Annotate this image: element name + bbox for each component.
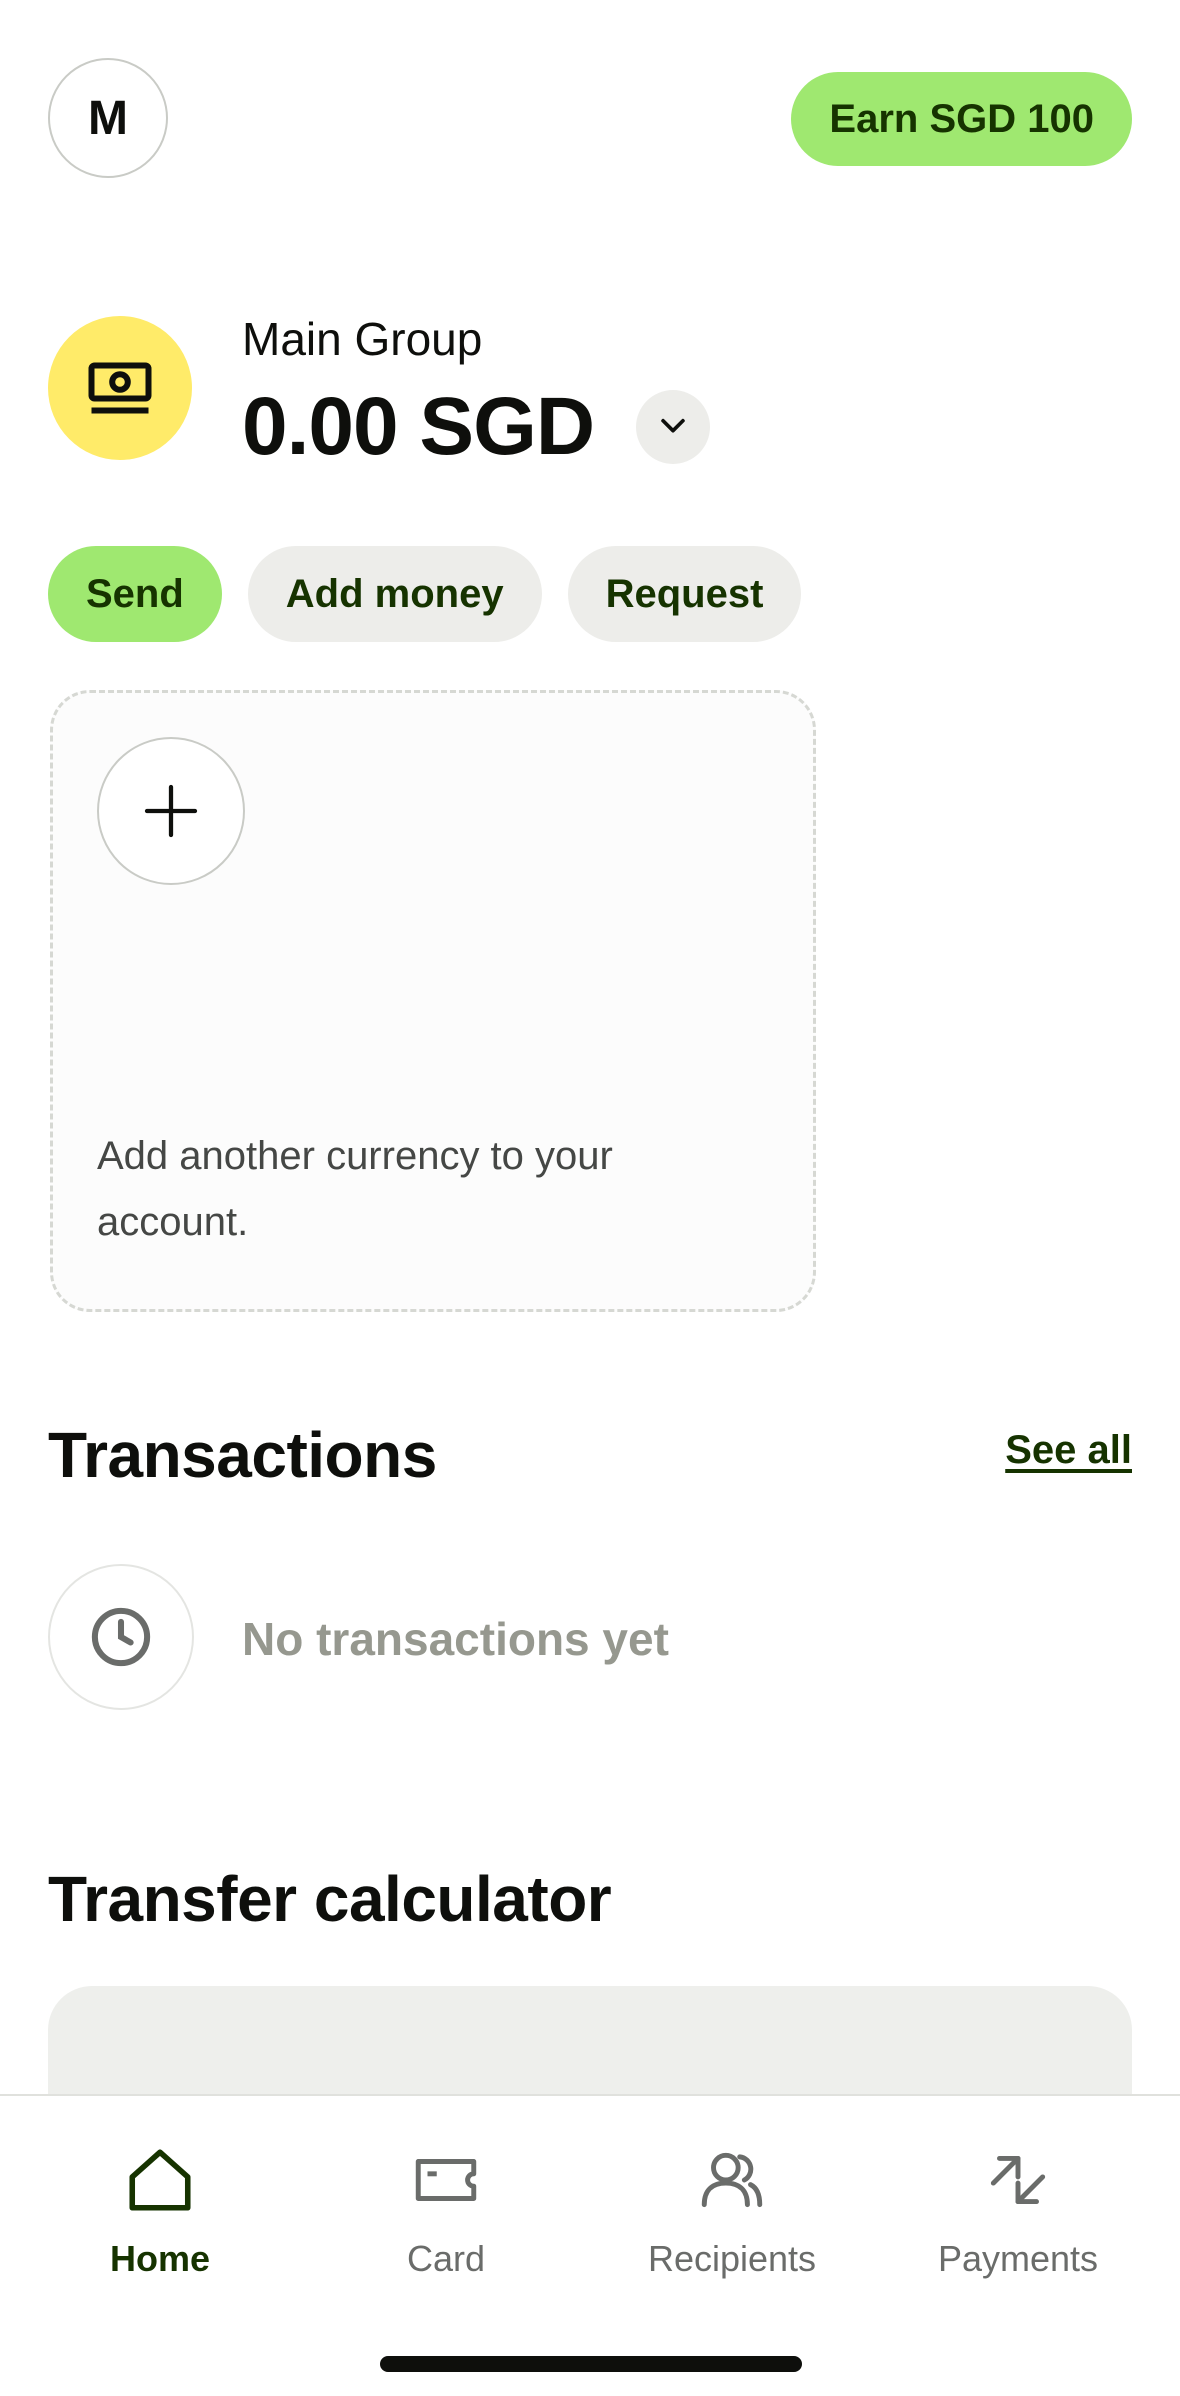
send-label: Send	[86, 571, 184, 616]
transactions-title: Transactions	[48, 1419, 437, 1491]
action-buttons: Send Add money Request	[48, 546, 802, 642]
card-icon	[406, 2140, 486, 2220]
plus-icon	[97, 737, 245, 885]
nav-card-label: Card	[406, 2238, 486, 2279]
nav-payments[interactable]: Payments	[875, 2140, 1161, 2280]
earn-referral-label: Earn SGD 100	[829, 96, 1094, 141]
no-transactions-text: No transactions yet	[242, 1613, 669, 1665]
nav-home-label: Home	[109, 2238, 211, 2279]
profile-avatar[interactable]: M	[48, 58, 168, 178]
balance-group-name: Main Group	[242, 313, 483, 365]
balance-dropdown-button[interactable]	[636, 390, 710, 464]
bottom-nav: Home Card Recipients Payments	[0, 2094, 1180, 2396]
send-button[interactable]: Send	[48, 546, 222, 642]
nav-payments-label: Payments	[937, 2238, 1099, 2279]
clock-icon	[48, 1564, 194, 1710]
nav-home[interactable]: Home	[17, 2140, 303, 2280]
add-money-label: Add money	[285, 571, 504, 616]
nav-card[interactable]: Card	[303, 2140, 589, 2280]
nav-recipients[interactable]: Recipients	[589, 2140, 875, 2280]
banknote-icon	[48, 316, 192, 460]
nav-recipients-label: Recipients	[647, 2238, 817, 2279]
earn-referral-button[interactable]: Earn SGD 100	[791, 72, 1132, 166]
avatar-initial: M	[88, 91, 128, 145]
add-currency-text: Add another currency to your account.	[97, 1134, 613, 1244]
see-all-link[interactable]: See all	[1005, 1428, 1132, 1473]
add-currency-card[interactable]: Add another currency to your account.	[50, 690, 816, 1312]
transfer-calculator-title: Transfer calculator	[48, 1863, 612, 1935]
request-label: Request	[605, 571, 764, 616]
add-money-button[interactable]: Add money	[247, 546, 542, 642]
home-icon	[120, 2140, 200, 2220]
request-button[interactable]: Request	[567, 546, 802, 642]
recipients-icon	[692, 2140, 772, 2220]
balance-amount: 0.00 SGD	[242, 381, 595, 472]
chevron-down-icon	[656, 408, 690, 447]
home-screen: M Earn SGD 100 Main Group 0.00 SGD Send …	[0, 0, 1180, 2396]
home-indicator	[380, 2356, 802, 2372]
payments-icon	[978, 2140, 1058, 2220]
